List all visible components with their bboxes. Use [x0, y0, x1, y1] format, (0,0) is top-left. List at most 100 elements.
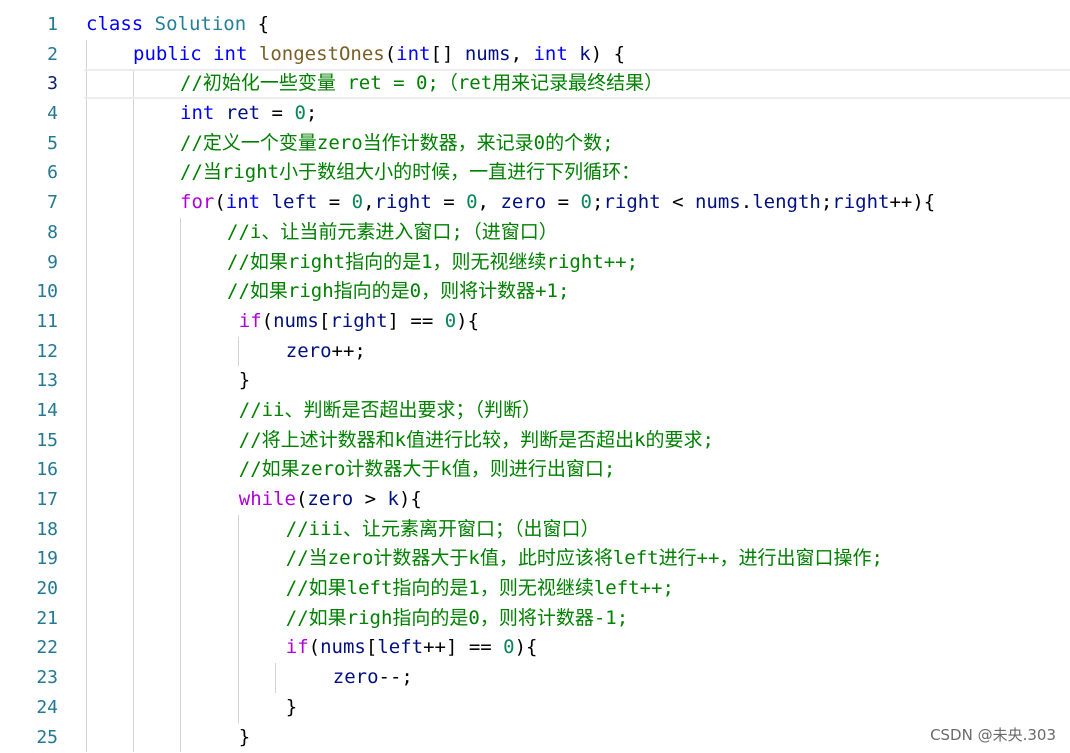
number-token: 0	[580, 191, 592, 214]
indent-guide	[133, 395, 134, 426]
keyword-token: class	[86, 13, 144, 35]
code-text: while(zero > k){	[239, 485, 422, 515]
code-line[interactable]: 9 //如果right指向的是1，则无视继续right++;	[0, 247, 1070, 278]
indent-guide	[238, 574, 239, 604]
punctuation-token: ,	[510, 42, 534, 65]
line-number: 5	[47, 132, 58, 154]
code-line[interactable]: 8 //i、让当前元素进入窗口;（进窗口）	[0, 217, 1070, 248]
punctuation-token	[247, 43, 258, 65]
punctuation-token: ] ==	[387, 309, 445, 332]
keyword-token: public	[133, 42, 202, 65]
code-line[interactable]: 18 //iii、让元素离开窗口；（出窗口）	[0, 514, 1070, 545]
line-number: 4	[47, 103, 58, 125]
code-line[interactable]: 5 //定义一个变量zero当作计数器，来记录0的个数;	[0, 128, 1070, 159]
comment-token: //定义一个变量zero当作计数器，来记录0的个数;	[180, 131, 614, 154]
punctuation-token: =	[317, 191, 352, 214]
number-token: 0	[503, 636, 515, 659]
code-line[interactable]: 10 //如果righ指向的是0，则将计数器+1;	[0, 277, 1070, 307]
code-line[interactable]: 12 zero++;	[0, 336, 1070, 367]
indent-guide	[86, 336, 87, 367]
punctuation-token: ++] ==	[423, 636, 504, 659]
code-line[interactable]: 14 //ii、判断是否超出要求；（判断）	[0, 395, 1070, 426]
indent-guide	[86, 425, 87, 456]
indent-guide	[86, 395, 87, 426]
number-token: 0	[466, 191, 478, 214]
indent-guide	[86, 69, 87, 100]
punctuation-token: }	[238, 725, 251, 748]
punctuation-token: ){	[514, 636, 538, 659]
code-text: zero--;	[333, 663, 413, 693]
code-line[interactable]: 22 if(nums[left++] == 0){	[0, 633, 1070, 664]
indent-guide	[180, 217, 181, 248]
indent-guide	[86, 544, 87, 575]
punctuation-token: ;	[305, 102, 318, 125]
code-line[interactable]: 15 //将上述计数器和k值进行比较，判断是否超出k的要求;	[0, 425, 1070, 456]
line-number: 21	[36, 607, 58, 629]
code-text: //ii、判断是否超出要求；（判断）	[239, 396, 541, 426]
indent-guide	[180, 514, 181, 545]
code-line[interactable]: 3 //初始化一些变量 ret = 0;（ret用来记录最终结果）	[0, 69, 1070, 100]
indent-guide	[238, 514, 239, 545]
function-name-token: longestOnes	[258, 42, 385, 65]
identifier-token: nums	[273, 309, 319, 332]
punctuation-token: ) {	[590, 42, 626, 65]
indent-guide	[133, 722, 134, 753]
line-number: 7	[47, 192, 58, 214]
indent-guide	[133, 514, 134, 545]
identifier-token: right	[374, 191, 432, 214]
indent-guide	[86, 39, 87, 70]
line-number: 1	[47, 14, 58, 35]
indent-guide	[238, 633, 239, 664]
indent-guide	[86, 514, 87, 545]
code-text: //如果right指向的是1，则无视继续right++;	[227, 248, 638, 278]
type-token: Solution	[154, 13, 247, 35]
code-line[interactable]: 25}	[0, 722, 1070, 753]
code-line[interactable]: 13}	[0, 366, 1070, 396]
punctuation-token: [	[318, 309, 331, 332]
indent-guide	[180, 485, 181, 515]
line-number: 8	[47, 221, 58, 243]
comment-token: //如果right指向的是1，则无视继续right++;	[227, 250, 639, 273]
indent-guide	[133, 455, 134, 485]
code-editor[interactable]: 1 class Solution {2 public int longestOnes…	[0, 10, 1070, 753]
keyword-token: int	[213, 42, 248, 65]
punctuation-token: ++;	[331, 339, 366, 362]
code-line[interactable]: 24}	[0, 692, 1070, 723]
identifier-token: zero	[307, 488, 354, 510]
indent-guide	[133, 574, 134, 604]
code-text: class Solution {	[86, 10, 269, 40]
code-line[interactable]: 23 zero--;	[0, 663, 1070, 693]
identifier-token: right	[832, 191, 890, 214]
code-line[interactable]: 17 while(zero > k){	[0, 485, 1070, 515]
indent-guide	[275, 663, 276, 693]
code-line[interactable]: 16 //如果zero计数器大于k值，则进行出窗口;	[0, 455, 1070, 485]
punctuation-token: =	[431, 191, 467, 214]
code-text: //当zero计数器大于k值，此时应该将left进行++，进行出窗口操作;	[286, 544, 883, 574]
indent-guide	[180, 574, 181, 604]
code-line[interactable]: 6 //当right小于数组大小的时候，一直进行下列循环：	[0, 158, 1070, 189]
code-line[interactable]: 7 for(int left = 0,right = 0, zero = 0;ri…	[0, 188, 1070, 218]
code-line[interactable]: 2 public int longestOnes(int[] nums, int …	[0, 39, 1070, 70]
keyword-token: int	[225, 191, 261, 214]
code-line[interactable]: 20 //如果left指向的是1，则无视继续left++;	[0, 574, 1070, 604]
line-number: 18	[36, 518, 58, 540]
identifier-token: nums	[464, 42, 511, 65]
code-line[interactable]: 11 if(nums[right] == 0){	[0, 306, 1070, 337]
punctuation-token: --;	[378, 666, 413, 689]
code-line[interactable]: 1 class Solution {	[0, 10, 1070, 40]
identifier-token: ret	[225, 102, 261, 125]
code-line[interactable]: 4 int ret = 0;	[0, 99, 1070, 129]
indent-guide	[133, 128, 134, 159]
punctuation-token: .	[740, 191, 753, 214]
punctuation-token: [	[365, 636, 378, 659]
indent-guide	[133, 366, 134, 396]
punctuation-token: ;	[820, 191, 833, 214]
comment-token: //如果righ指向的是0，则将计数器-1;	[285, 606, 629, 629]
code-line[interactable]: 21 //如果righ指向的是0，则将计数器-1;	[0, 603, 1070, 634]
punctuation-token: []	[430, 42, 465, 65]
code-text: }	[239, 723, 250, 753]
code-text: public int longestOnes(int[] nums, int k…	[133, 40, 625, 70]
code-line[interactable]: 19 //当zero计数器大于k值，此时应该将left进行++，进行出窗口操作;	[0, 544, 1070, 575]
code-text: int ret = 0;	[180, 99, 317, 129]
code-text: //i、让当前元素进入窗口;（进窗口）	[227, 218, 558, 248]
